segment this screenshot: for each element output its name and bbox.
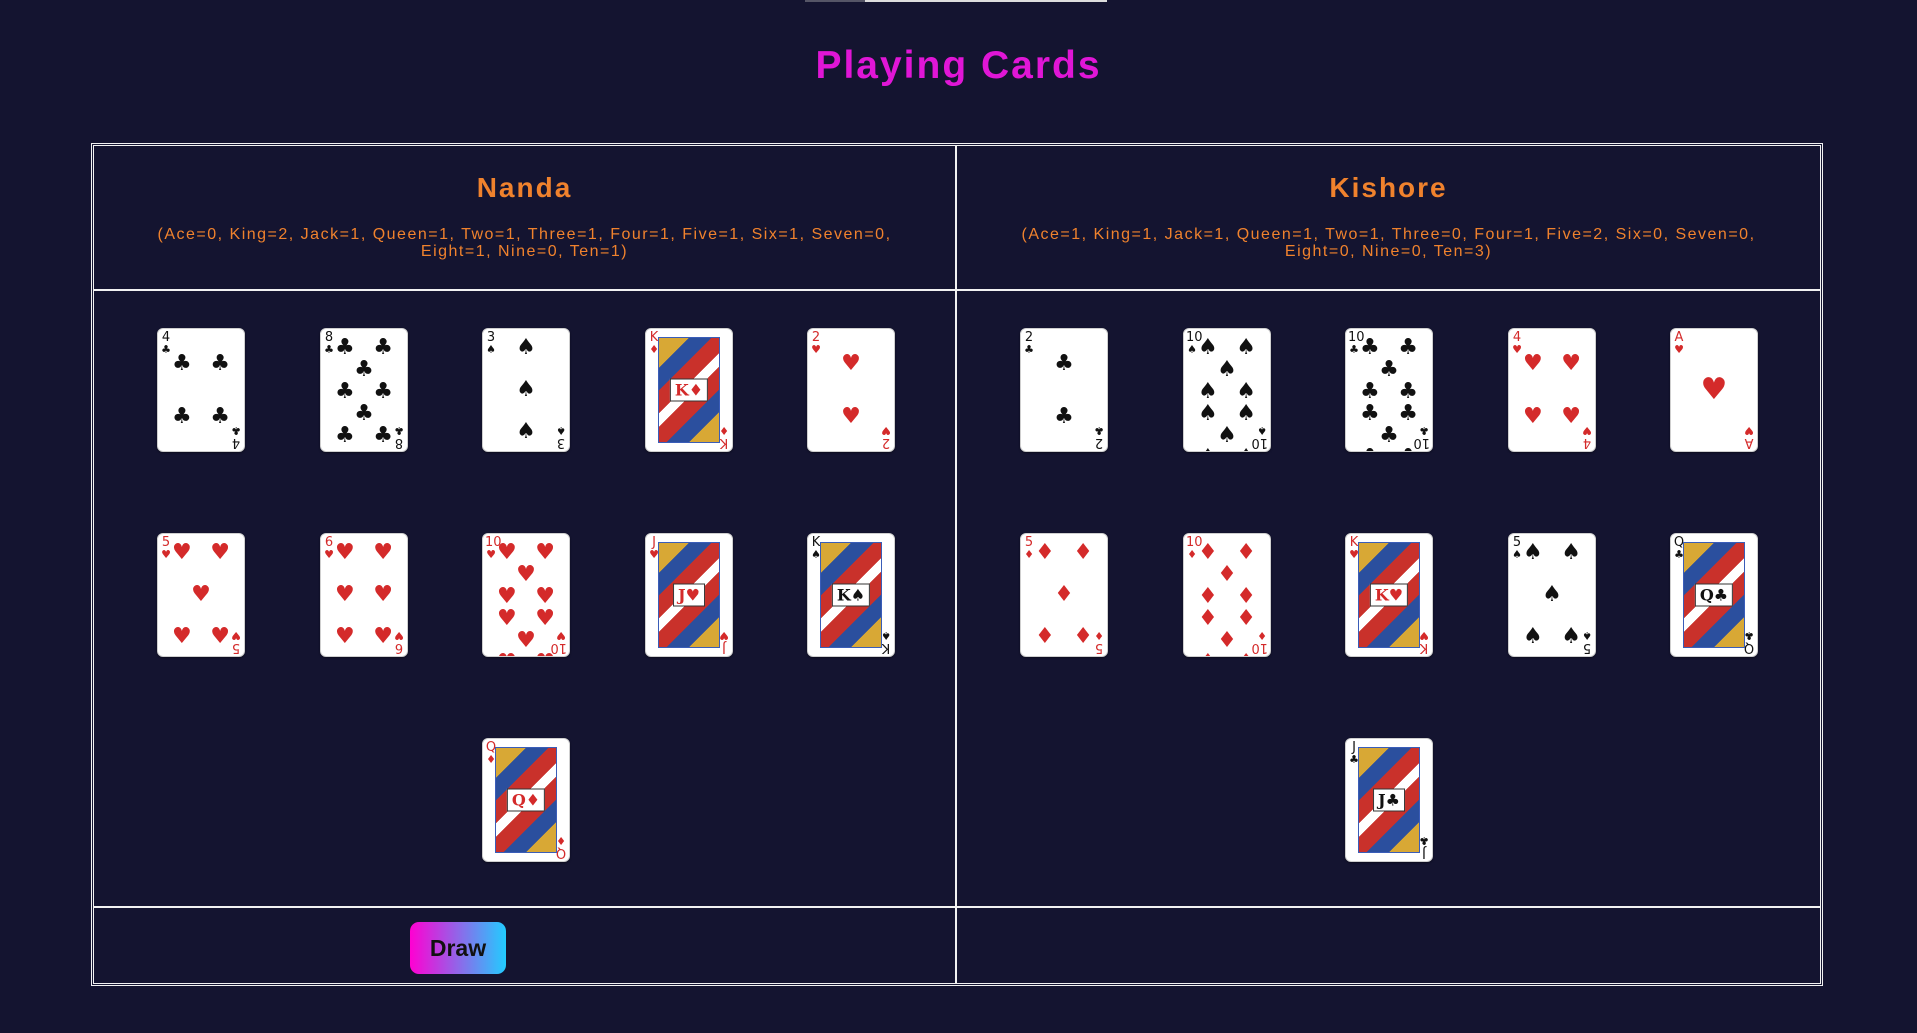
player-header-1: Nanda (Ace=0, King=2, Jack=1, Queen=1, T… bbox=[94, 146, 957, 291]
court-card-face: K♦ bbox=[658, 337, 720, 443]
card-corner-index: 10 ♣ bbox=[1413, 424, 1430, 450]
card-pips: ♥♥♥♥♥♥♥♥♥♥ bbox=[497, 540, 555, 657]
card-corner-index: 8 ♣ bbox=[394, 424, 404, 450]
playing-card: 5 ♦ 5 ♦ ♦ ♦ ♦ ♦ ♦ bbox=[1020, 533, 1108, 657]
card-corner-index: 5 ♦ bbox=[1024, 535, 1034, 561]
card-corner-index: 2 ♣ bbox=[1024, 330, 1034, 356]
card-pips: ♥ ♥ ♥ ♥ ♥ bbox=[172, 540, 230, 649]
playing-card: 2 ♥ 2 ♥ ♥ ♥ bbox=[807, 328, 895, 452]
playing-card: 10♦ 10♦♦♦♦♦♦♦♦♦♦♦ bbox=[1183, 533, 1271, 657]
playing-card: K ♦ K ♦ K♦ bbox=[645, 328, 733, 452]
card-pips: ♣ ♣ ♣ ♣ ♣ ♣ ♣ ♣ bbox=[335, 335, 393, 448]
playing-card: Q ♦ Q ♦ Q♦ bbox=[482, 738, 570, 862]
card-corner-index: 5 ♥ bbox=[161, 535, 171, 561]
playing-card: K ♥ K ♥ K♥ bbox=[1345, 533, 1433, 657]
card-corner-index: A ♥ bbox=[1674, 330, 1684, 356]
card-corner-index: 4 ♣ bbox=[161, 330, 171, 356]
court-card-face: J♥ bbox=[658, 542, 720, 648]
draw-button[interactable]: Draw bbox=[410, 922, 506, 974]
player-name: Nanda bbox=[476, 172, 573, 203]
card-pips: ♠ ♠ ♠ ♠ ♠ bbox=[1523, 540, 1581, 649]
playing-card: K ♠ K ♠ K♠ bbox=[807, 533, 895, 657]
player-name: Kishore bbox=[1329, 172, 1448, 203]
top-scroll-indicator bbox=[805, 0, 1107, 2]
card-pips: ♠ ♠ ♠ bbox=[516, 335, 536, 444]
playing-card: 4 ♥ 4 ♥ ♥ ♥ ♥ ♥ bbox=[1508, 328, 1596, 452]
card-corner-index: 10 ♥ bbox=[485, 535, 502, 561]
card-corner-index: 10 ♦ bbox=[1251, 629, 1268, 655]
card-pips: ♥ ♥ ♥ ♥ ♥ ♥ bbox=[335, 540, 393, 649]
card-pips: ♠♠♠♠♠♠♠♠♠♠ bbox=[1198, 335, 1256, 452]
court-card-face: J♣ bbox=[1358, 747, 1420, 853]
court-card-face: K♥ bbox=[1358, 542, 1420, 648]
player-rank-counts: (Ace=1, King=1, Jack=1, Queen=1, Two=1, … bbox=[1021, 226, 1756, 260]
card-pips: ♦♦♦♦♦♦♦♦♦♦ bbox=[1198, 540, 1256, 657]
card-corner-index: 2 ♥ bbox=[881, 424, 891, 450]
playing-card: A ♥ A ♥ ♥ bbox=[1670, 328, 1758, 452]
card-pips: ♥ bbox=[1700, 372, 1728, 407]
court-card-face: Q♣ bbox=[1683, 542, 1745, 648]
player-hand-2: 2♣ 2♣ ♣♣ 10♠ 10♠♠♠♠♠♠♠♠♠♠♠ 10♣ 10♣♣♣♣♣♣♣♣♣♣♣ 4♥… bbox=[957, 291, 1820, 908]
playing-card: 8 ♣ 8 ♣ ♣ ♣ ♣ ♣ ♣ ♣ ♣ ♣ bbox=[320, 328, 408, 452]
empty-cell bbox=[957, 908, 1820, 983]
card-corner-index: 4 ♣ bbox=[231, 424, 241, 450]
card-pips: ♥ ♥ bbox=[841, 350, 861, 429]
card-corner-index: 3 ♠ bbox=[486, 330, 496, 356]
game-board: Nanda (Ace=0, King=2, Jack=1, Queen=1, T… bbox=[91, 143, 1823, 986]
playing-card: 10♣ 10♣♣♣♣♣♣♣♣♣♣♣ bbox=[1345, 328, 1433, 452]
card-corner-index: 5 ♥ bbox=[231, 629, 241, 655]
card-corner-index: 2 ♥ bbox=[811, 330, 821, 356]
card-corner-index: 6 ♥ bbox=[394, 629, 404, 655]
playing-card: 5 ♥ 5 ♥ ♥ ♥ ♥ ♥ ♥ bbox=[157, 533, 245, 657]
draw-cell: Draw bbox=[94, 908, 957, 983]
card-corner-index: 5 ♠ bbox=[1512, 535, 1522, 561]
playing-card: Q ♣ Q ♣ Q♣ bbox=[1670, 533, 1758, 657]
player-rank-counts: (Ace=0, King=2, Jack=1, Queen=1, Two=1, … bbox=[157, 226, 892, 260]
playing-card: J ♥ J ♥ J♥ bbox=[645, 533, 733, 657]
playing-card: 6 ♥ 6 ♥ ♥ ♥ ♥ ♥ ♥ ♥ bbox=[320, 533, 408, 657]
card-corner-index: 10 ♣ bbox=[1348, 330, 1365, 356]
player-hand-1: 4 ♣ 4 ♣ ♣ ♣ ♣ ♣ 8 ♣ 8 ♣ ♣ ♣ ♣ ♣ ♣ ♣ ♣ ♣ 3 ♠ 3 ♠ ♠ ♠ ♠ K ♦ K ♦ K♦ 2 ♥ 2 ♥ ♥ ♥ 5… bbox=[94, 291, 957, 908]
card-pips: ♥ ♥ ♥ ♥ bbox=[1523, 350, 1581, 429]
playing-card: 3 ♠ 3 ♠ ♠ ♠ ♠ bbox=[482, 328, 570, 452]
playing-card: 5 ♠ 5 ♠ ♠ ♠ ♠ ♠ ♠ bbox=[1508, 533, 1596, 657]
playing-card: J ♣ J ♣ J♣ bbox=[1345, 738, 1433, 862]
court-card-face: Q♦ bbox=[495, 747, 557, 853]
card-corner-index: 5 ♠ bbox=[1582, 629, 1592, 655]
playing-card: 4 ♣ 4 ♣ ♣ ♣ ♣ ♣ bbox=[157, 328, 245, 452]
card-corner-index: 10 ♦ bbox=[1186, 535, 1203, 561]
card-corner-index: 10 ♠ bbox=[1186, 330, 1203, 356]
card-pips: ♣ ♣ bbox=[1054, 350, 1074, 429]
card-corner-index: 10 ♥ bbox=[550, 629, 567, 655]
card-corner-index: 10 ♠ bbox=[1251, 424, 1268, 450]
card-pips: ♦ ♦ ♦ ♦ ♦ bbox=[1035, 540, 1093, 649]
playing-card: 10♥ 10♥♥♥♥♥♥♥♥♥♥♥ bbox=[482, 533, 570, 657]
playing-card: 10♠ 10♠♠♠♠♠♠♠♠♠♠♠ bbox=[1183, 328, 1271, 452]
card-corner-index: 4 ♥ bbox=[1512, 330, 1522, 356]
card-corner-index: A ♥ bbox=[1744, 424, 1754, 450]
card-pips: ♣ ♣ ♣ ♣ bbox=[172, 350, 230, 429]
card-corner-index: 6 ♥ bbox=[324, 535, 334, 561]
page-title: Playing Cards bbox=[815, 44, 1102, 87]
card-pips: ♣♣♣♣♣♣♣♣♣♣ bbox=[1360, 335, 1418, 452]
card-corner-index: 4 ♥ bbox=[1582, 424, 1592, 450]
player-header-2: Kishore (Ace=1, King=1, Jack=1, Queen=1,… bbox=[957, 146, 1820, 291]
playing-card: 2 ♣ 2 ♣ ♣ ♣ bbox=[1020, 328, 1108, 452]
card-corner-index: 2 ♣ bbox=[1094, 424, 1104, 450]
card-corner-index: 8 ♣ bbox=[324, 330, 334, 356]
card-corner-index: 5 ♦ bbox=[1094, 629, 1104, 655]
card-corner-index: 3 ♠ bbox=[556, 424, 566, 450]
court-card-face: K♠ bbox=[820, 542, 882, 648]
